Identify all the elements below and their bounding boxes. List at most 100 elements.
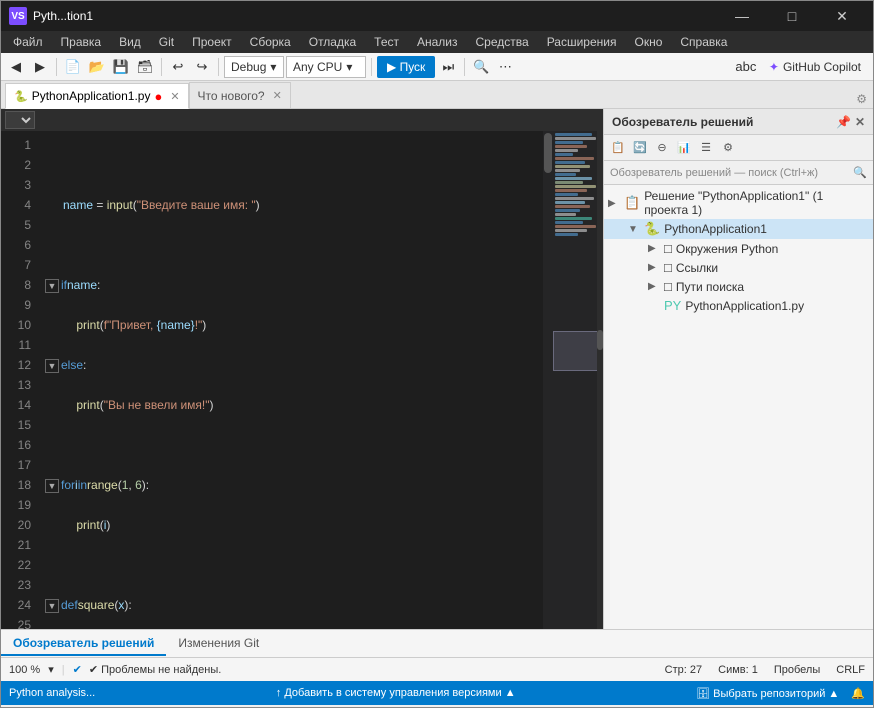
minimap-scrollbar-thumb[interactable] — [597, 330, 603, 350]
fold-9[interactable]: ▼ — [45, 479, 59, 493]
editor-scrollbar[interactable] — [543, 131, 553, 629]
menu-view[interactable]: Вид — [111, 31, 149, 53]
menu-tools[interactable]: Средства — [468, 31, 537, 53]
minimap — [553, 131, 603, 629]
tree-searchpaths[interactable]: ▶ □ Пути поиска — [604, 277, 873, 296]
se-close-btn[interactable]: ✕ — [855, 115, 865, 129]
fold-6[interactable]: ▼ — [45, 359, 59, 373]
tree-project[interactable]: ▼ 🐍 PythonApplication1 — [604, 219, 873, 239]
copilot-button[interactable]: ✦ GitHub Copilot — [761, 58, 869, 76]
se-config-btn[interactable]: ⚙ — [718, 138, 738, 158]
toolbar-step-over-btn[interactable]: ⏭ — [437, 56, 459, 78]
line-number: Стр: 27 — [665, 664, 702, 676]
tab-whatsnew-close[interactable]: ✕ — [273, 89, 282, 102]
menu-project[interactable]: Проект — [184, 31, 240, 53]
col-number: Симв: 1 — [718, 664, 758, 676]
python-analysis-status[interactable]: Python analysis... — [9, 687, 95, 699]
zoom-level[interactable]: 100 % — [9, 664, 40, 676]
tree-solution[interactable]: ▶ 📋 Решение "PythonApplication1" (1 прое… — [604, 187, 873, 219]
code-line-2: name = input("Введите ваше имя: ") — [45, 195, 535, 215]
zoom-dropdown[interactable]: ▾ — [48, 663, 54, 676]
tab-pythonapp-close[interactable]: ✕ — [170, 90, 179, 103]
encoding[interactable]: CRLF — [836, 664, 865, 676]
se-search-bar: Обозреватель решений — поиск (Ctrl+ж) 🔍 — [604, 161, 873, 185]
configuration-dropdown[interactable]: Debug ▾ — [224, 56, 284, 78]
menu-extensions[interactable]: Расширения — [539, 31, 625, 53]
se-show-all-btn[interactable]: 📋 — [608, 138, 628, 158]
python-file-icon: 🐍 — [14, 90, 28, 103]
toolbar-redo-btn[interactable]: ↪ — [191, 56, 213, 78]
tab-whatsnew[interactable]: Что нового? ✕ — [189, 82, 291, 108]
se-filter-btn[interactable]: ☰ — [696, 138, 716, 158]
toolbar-search-btn[interactable]: 🔍 — [470, 56, 492, 78]
tab-pythonapp[interactable]: 🐍 PythonApplication1.py ● ✕ — [5, 83, 189, 109]
minimize-button[interactable]: — — [719, 1, 765, 31]
menu-window[interactable]: Окно — [626, 31, 670, 53]
notifications-icon[interactable]: 🔔 — [851, 687, 865, 700]
menu-git[interactable]: Git — [151, 31, 182, 53]
solution-arrow: ▶ — [608, 198, 620, 209]
code-line-4: ▼if name: — [45, 275, 535, 295]
status-center: ↑ Добавить в систему управления версиями… — [111, 687, 680, 699]
code-line-10: print(i) — [45, 515, 535, 535]
bottom-panel: Обозреватель решений Изменения Git — [1, 629, 873, 657]
fold-12[interactable]: ▼ — [45, 599, 59, 613]
maximize-button[interactable]: □ — [769, 1, 815, 31]
vcs-add-status[interactable]: ↑ Добавить в систему управления версиями… — [276, 687, 516, 699]
se-search-icon[interactable]: 🔍 — [853, 166, 867, 179]
close-button[interactable]: ✕ — [819, 1, 865, 31]
toolbar-save-all-btn[interactable]: 🗃 — [134, 56, 156, 78]
menu-help[interactable]: Справка — [672, 31, 735, 53]
tab-modified-indicator: ● — [154, 89, 162, 104]
code-line-7: print("Вы не ввели имя!") — [45, 395, 535, 415]
searchpaths-label: Пути поиска — [676, 280, 744, 294]
se-refresh-btn[interactable]: 🔄 — [630, 138, 650, 158]
code-editor[interactable]: name = input("Введите ваше имя: ") ▼if n… — [37, 131, 543, 629]
pin-icon[interactable]: ⚙ — [854, 90, 869, 108]
editor-scope-dropdown[interactable] — [5, 111, 35, 129]
bottom-tab-git[interactable]: Изменения Git — [166, 632, 271, 656]
toolbar-new-btn[interactable]: 📄 — [62, 56, 84, 78]
spaces[interactable]: Пробелы — [774, 664, 820, 676]
bottom-tab-solution[interactable]: Обозреватель решений — [1, 632, 166, 656]
se-collapse-btn[interactable]: ⊖ — [652, 138, 672, 158]
menu-file[interactable]: Файл — [5, 31, 51, 53]
environments-label: Окружения Python — [676, 242, 778, 256]
run-button[interactable]: ▶ Пуск — [377, 56, 435, 78]
environments-icon: □ — [664, 241, 672, 256]
references-label: Ссылки — [676, 261, 718, 275]
tree-references[interactable]: ▶ □ Ссылки — [604, 258, 873, 277]
platform-dropdown[interactable]: Any CPU ▾ — [286, 56, 366, 78]
tree-pyfile[interactable]: ▶ PY PythonApplication1.py — [604, 296, 873, 315]
se-pin-btn[interactable]: 📌 — [836, 115, 851, 129]
project-label: PythonApplication1 — [664, 222, 767, 236]
toolbar-back-btn[interactable]: ◀ — [5, 56, 27, 78]
repo-select-status[interactable]: 🗄 Выбрать репозиторий ▲ — [696, 687, 839, 700]
menu-test[interactable]: Тест — [366, 31, 407, 53]
fold-4[interactable]: ▼ — [45, 279, 59, 293]
toolbar-open-btn[interactable]: 📂 — [86, 56, 108, 78]
tab-bar: 🐍 PythonApplication1.py ● ✕ Что нового? … — [1, 81, 873, 109]
menu-edit[interactable]: Правка — [53, 31, 110, 53]
menu-build[interactable]: Сборка — [242, 31, 299, 53]
toolbar-sep4 — [371, 58, 372, 76]
title-bar-title: Pyth...tion1 — [33, 9, 93, 23]
status-bar-left: Python analysis... — [9, 687, 95, 699]
scrollbar-thumb[interactable] — [544, 133, 552, 173]
toolbar-forward-btn[interactable]: ▶ — [29, 56, 51, 78]
se-properties-btn[interactable]: 📊 — [674, 138, 694, 158]
menu-analyze[interactable]: Анализ — [409, 31, 466, 53]
se-title: Обозреватель решений — [612, 115, 753, 129]
pyfile-label: PythonApplication1.py — [685, 299, 804, 313]
solution-label: Решение "PythonApplication1" (1 проекта … — [644, 189, 869, 217]
editor-main: 12345 678910 1112131415 1617181920 21222… — [1, 109, 873, 629]
tab-pythonapp-label: PythonApplication1.py — [32, 89, 151, 103]
tab-bar-right: ⚙ — [854, 90, 873, 108]
toolbar-save-btn[interactable]: 💾 — [110, 56, 132, 78]
toolbar-format-btn[interactable]: abc — [735, 56, 757, 78]
environments-arrow: ▶ — [648, 243, 660, 254]
toolbar-more-btn[interactable]: ⋯ — [494, 56, 516, 78]
menu-debug[interactable]: Отладка — [301, 31, 364, 53]
tree-environments[interactable]: ▶ □ Окружения Python — [604, 239, 873, 258]
toolbar-undo-btn[interactable]: ↩ — [167, 56, 189, 78]
